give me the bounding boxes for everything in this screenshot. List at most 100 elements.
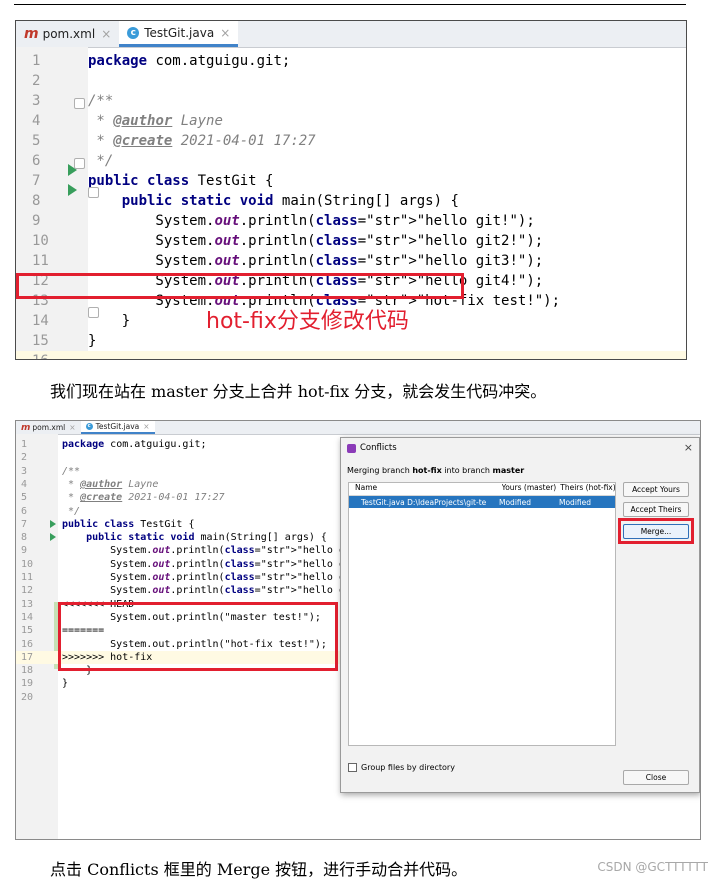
line-number: 9 <box>21 545 28 557</box>
line-number: 17 <box>21 651 34 663</box>
fold-icon[interactable] <box>74 98 85 109</box>
line-number: 9 <box>32 213 41 229</box>
line-text: * @create 2021-04-01 17:27 <box>62 492 225 504</box>
tab-testgit-java[interactable]: c TestGit.java × <box>80 421 155 434</box>
code-line[interactable]: 5 * @create 2021-04-01 17:27 <box>16 491 346 504</box>
line-text: */ <box>88 153 114 169</box>
line-number: 6 <box>21 505 28 517</box>
code-line[interactable]: 8 public static void main(String[] args)… <box>16 531 346 544</box>
close-icon[interactable]: × <box>220 26 230 40</box>
column-yours[interactable]: Yours (master) <box>502 483 561 495</box>
code-line[interactable]: 6 */ <box>16 151 686 171</box>
line-number: 2 <box>21 452 28 464</box>
code-line[interactable]: 8 public static void main(String[] args)… <box>16 191 686 211</box>
line-number: 10 <box>21 558 34 570</box>
code-line[interactable]: 2 <box>16 451 346 464</box>
line-text: System.out.println(class="str">"hello gi… <box>88 213 535 229</box>
code-line[interactable]: 4 * @author Layne <box>16 111 686 131</box>
column-name[interactable]: Name <box>349 483 502 495</box>
line-text: System.out.println(class="str">"hello gi… <box>62 585 388 597</box>
line-number: 5 <box>32 133 41 149</box>
maven-icon: m <box>21 422 31 433</box>
line-text: System.out.println(class="str">"hello gi… <box>88 253 544 269</box>
line-text: /** <box>88 93 114 109</box>
java-class-icon: c <box>85 423 93 430</box>
line-text: * @author Layne <box>62 478 159 490</box>
code-line[interactable]: 11 System.out.println(class="str">"hello… <box>16 571 387 584</box>
close-icon[interactable]: × <box>684 441 693 454</box>
code-line[interactable]: 12 System.out.println(class="str">"hello… <box>16 584 387 597</box>
conflict-file-table: Name Yours (master) Theirs (hot-fix) Tes… <box>348 482 616 746</box>
table-row[interactable]: TestGit.java D:\IdeaProjects\git-te Modi… <box>349 496 615 508</box>
top-divider <box>14 4 686 5</box>
accept-theirs-button[interactable]: Accept Theirs <box>623 502 689 517</box>
line-text: } <box>62 678 69 690</box>
annotation-label: hot-fix分支修改代码 <box>206 309 409 334</box>
tab-testgit-java[interactable]: c TestGit.java × <box>119 21 239 47</box>
java-class-icon: c <box>127 26 140 39</box>
code-line[interactable]: 19} <box>16 677 346 690</box>
caption-merge-conflict: 我们现在站在 master 分支上合并 hot-fix 分支，就会发生代码冲突。 <box>50 382 547 401</box>
code-line[interactable]: 3 /** <box>16 465 346 478</box>
code-line[interactable]: 9 System.out.println(class="str">"hello … <box>16 211 686 231</box>
code-line[interactable]: 7 public class TestGit { <box>16 171 686 191</box>
fold-icon[interactable] <box>88 187 99 198</box>
ide-conflict-screenshot: m pom.xml × c TestGit.java × 1 package co… <box>15 420 701 840</box>
code-line[interactable]: 20 <box>16 691 346 704</box>
yours-status: Modified <box>499 497 532 507</box>
code-line[interactable]: 1 package com.atguigu.git; <box>16 51 686 71</box>
line-number: 8 <box>21 532 28 544</box>
close-icon[interactable]: × <box>69 423 75 432</box>
fold-icon[interactable] <box>88 307 99 318</box>
line-number: 15 <box>32 333 49 349</box>
code-line[interactable]: 10 System.out.println(class="str">"hello… <box>16 231 686 251</box>
line-text: System.out.println(class="str">"hello gi… <box>88 233 544 249</box>
line-text: public class TestGit { <box>62 518 195 530</box>
code-line[interactable]: 2 <box>16 71 686 91</box>
run-class-icon[interactable] <box>50 520 56 528</box>
line-text: */ <box>62 505 81 517</box>
line-text: package com.atguigu.git; <box>62 439 207 450</box>
tab-pom-xml[interactable]: m pom.xml × <box>16 21 119 47</box>
line-text: * @create 2021-04-01 17:27 <box>88 133 316 149</box>
accept-yours-button[interactable]: Accept Yours <box>623 482 689 497</box>
column-theirs[interactable]: Theirs (hot-fix) <box>560 483 615 495</box>
line-number: 20 <box>21 691 34 703</box>
intellij-icon <box>347 443 356 453</box>
highlight-box <box>16 273 464 299</box>
close-icon[interactable]: × <box>143 422 149 431</box>
merge-button[interactable]: Merge... <box>623 524 689 539</box>
run-main-icon[interactable] <box>68 184 77 196</box>
theirs-status: Modified <box>559 497 592 507</box>
line-number: 1 <box>32 53 41 69</box>
line-number: 14 <box>21 611 34 623</box>
line-number: 4 <box>21 478 28 490</box>
line-text: public class TestGit { <box>88 173 274 189</box>
line-number: 16 <box>21 638 34 650</box>
code-line[interactable]: 1 package com.atguigu.git; <box>16 438 346 451</box>
code-line[interactable]: 3 /** <box>16 91 686 111</box>
code-line[interactable]: 6 */ <box>16 505 346 518</box>
conflict-highlight-box <box>58 602 338 671</box>
line-number: 10 <box>32 233 49 249</box>
line-number: 3 <box>21 465 28 477</box>
fold-icon[interactable] <box>74 158 85 169</box>
editor-tab-bar: m pom.xml × c TestGit.java × <box>16 421 700 435</box>
tab-pom-xml[interactable]: m pom.xml × <box>16 421 81 434</box>
code-line[interactable]: 10 System.out.println(class="str">"hello… <box>16 558 387 571</box>
run-main-icon[interactable] <box>50 533 56 541</box>
code-line[interactable]: 5 * @create 2021-04-01 17:27 <box>16 131 686 151</box>
close-button[interactable]: Close <box>623 770 689 785</box>
conflicts-dialog: Conflicts × Merging branch hot-fix into … <box>340 437 700 793</box>
close-icon[interactable]: × <box>101 27 111 41</box>
line-number: 18 <box>21 665 34 677</box>
code-line[interactable]: 11 System.out.println(class="str">"hello… <box>16 251 686 271</box>
checkbox-box[interactable] <box>348 763 357 772</box>
code-line[interactable]: 16 <box>16 351 686 359</box>
group-files-checkbox[interactable]: Group files by directory <box>348 763 455 772</box>
line-text: public static void main(String[] args) { <box>86 532 327 544</box>
code-line[interactable]: 9 System.out.println(class="str">"hello … <box>16 544 381 557</box>
code-line[interactable]: 4 * @author Layne <box>16 478 346 491</box>
code-line[interactable]: 7 public class TestGit { <box>16 518 346 531</box>
table-header: Name Yours (master) Theirs (hot-fix) <box>349 483 615 496</box>
